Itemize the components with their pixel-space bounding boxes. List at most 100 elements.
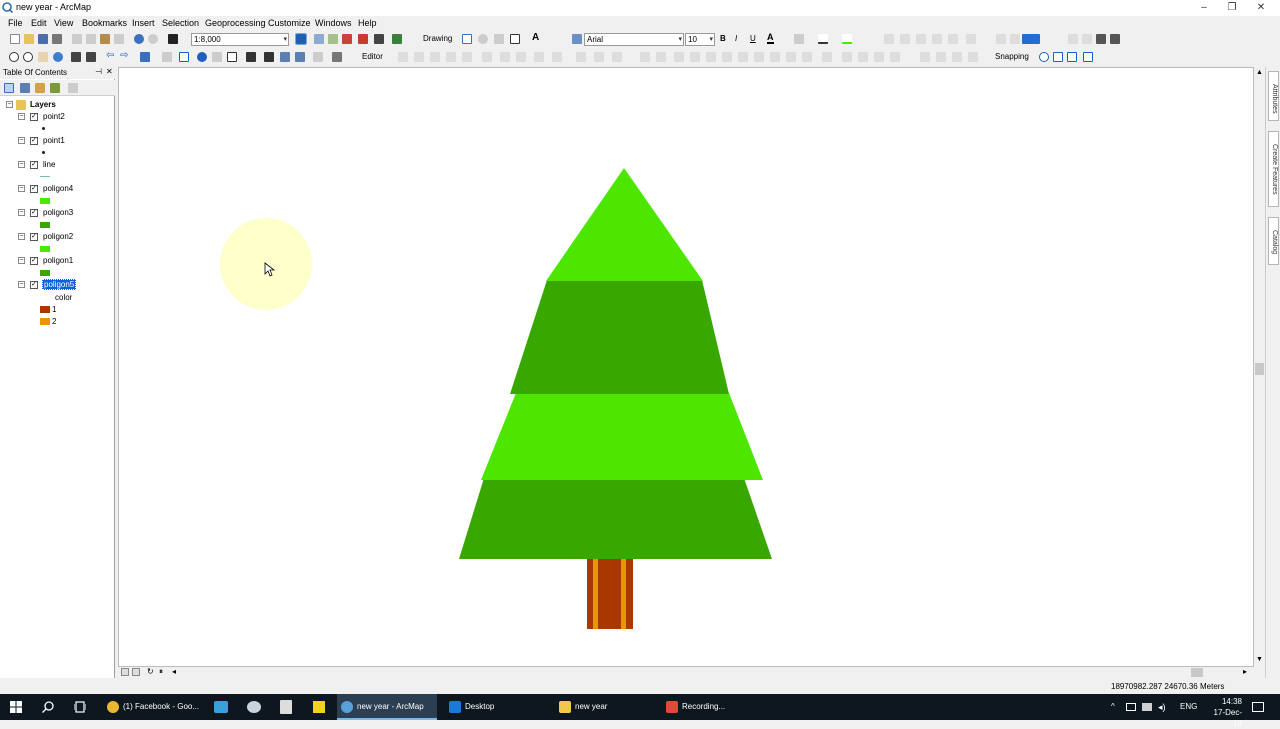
layers-root-label[interactable]: Layers [30, 100, 56, 109]
menu-bookmarks[interactable]: Bookmarks [82, 18, 127, 28]
menu-geoprocessing[interactable]: Geoprocessing [205, 18, 266, 28]
expand-poligon2-icon[interactable]: − [18, 233, 25, 240]
rotate-icon[interactable] [478, 34, 488, 44]
color-swatch-icon[interactable] [1022, 34, 1040, 44]
menu-insert[interactable]: Insert [132, 18, 155, 28]
rotate-edit-icon[interactable] [516, 52, 526, 62]
layout-view-button[interactable] [121, 668, 129, 676]
menu-selection[interactable]: Selection [162, 18, 199, 28]
vertex-snapping-icon[interactable] [1067, 52, 1077, 62]
swipe-icon[interactable] [313, 52, 323, 62]
table-of-contents-icon[interactable] [314, 34, 324, 44]
grid-icon[interactable] [858, 52, 868, 62]
ungroup-icon[interactable] [932, 34, 942, 44]
guide-icon[interactable] [890, 52, 900, 62]
scroll-right-icon[interactable]: ▸ [1243, 667, 1247, 676]
layout-tools-icon[interactable] [656, 52, 666, 62]
editor-menu[interactable]: Editor [362, 52, 383, 61]
expand-layers-icon[interactable]: − [6, 101, 13, 108]
align-icon[interactable] [884, 34, 894, 44]
fixed-zoom-in-icon[interactable] [71, 52, 81, 62]
menu-view[interactable]: View [54, 18, 73, 28]
back-extent-icon[interactable]: ⇦ [106, 50, 114, 61]
scroll-left-icon[interactable]: ◂ [172, 667, 176, 676]
make-same-size-icon[interactable] [802, 52, 812, 62]
catalog-tab[interactable]: Catalog [1268, 217, 1279, 265]
binoculars-icon[interactable] [1096, 34, 1106, 44]
taskbar-desktop[interactable]: Desktop [445, 694, 545, 720]
expand-poligon4-icon[interactable]: − [18, 185, 25, 192]
align-bottom-icon[interactable] [754, 52, 764, 62]
battery-icon[interactable] [1142, 703, 1152, 711]
attributes-icon[interactable] [534, 52, 544, 62]
list-by-selection-icon[interactable] [50, 83, 60, 93]
visibility-checkbox-poligon1[interactable]: ✓ [30, 257, 38, 265]
notifications-icon[interactable] [1252, 702, 1264, 712]
edit-annotation-icon[interactable] [414, 52, 424, 62]
add-data-icon[interactable] [168, 34, 178, 44]
topology-icon[interactable] [594, 52, 604, 62]
zoom-out-icon[interactable] [23, 52, 33, 62]
expand-poligon1-icon[interactable]: − [18, 257, 25, 264]
pinned-app-icon-1[interactable] [214, 701, 228, 713]
italic-button[interactable]: I [735, 34, 737, 43]
point-icon[interactable] [482, 52, 492, 62]
layer-poligon3-label[interactable]: poligon3 [43, 208, 73, 217]
pin-icon[interactable]: ⊣ [95, 67, 102, 76]
snapping-menu[interactable]: Snapping [995, 52, 1029, 61]
close-button[interactable]: ✕ [1246, 0, 1276, 16]
layer-poligon5-label[interactable]: poligon5 [42, 279, 77, 290]
volume-icon[interactable]: ◂) [1158, 694, 1166, 720]
visibility-checkbox-poligon5[interactable]: ✓ [30, 281, 38, 289]
taskbar-new-year-folder[interactable]: new year [555, 694, 655, 720]
show-hidden-icons-icon[interactable]: ^ [1111, 694, 1115, 720]
options-icon[interactable] [68, 83, 78, 93]
list-by-visibility-icon[interactable] [35, 83, 45, 93]
align-center-icon[interactable] [690, 52, 700, 62]
align-right-icon[interactable] [706, 52, 716, 62]
map-display[interactable] [118, 67, 1254, 667]
advanced-edit-icon[interactable] [612, 52, 622, 62]
expand-point2-icon[interactable]: − [18, 113, 25, 120]
open-icon[interactable] [24, 34, 34, 44]
bold-button[interactable]: B [720, 34, 726, 43]
page-icon[interactable] [1068, 34, 1078, 44]
sticky-notes-icon[interactable] [313, 701, 325, 713]
identify-icon[interactable] [197, 52, 207, 62]
time-slider-icon[interactable] [295, 52, 305, 62]
effects-icon[interactable] [920, 52, 930, 62]
copy-icon[interactable] [86, 34, 96, 44]
zoom-to-selected-icon[interactable] [494, 34, 504, 44]
menu-help[interactable]: Help [358, 18, 377, 28]
point-snapping-icon[interactable] [1039, 52, 1049, 62]
task-view-icon[interactable] [74, 701, 86, 713]
create-features-tab[interactable]: Create Features [1268, 131, 1279, 207]
calculator-icon[interactable] [280, 700, 292, 714]
rectangle-icon[interactable] [510, 34, 520, 44]
order-icon[interactable] [948, 34, 958, 44]
tree-tier-bottom[interactable] [459, 478, 772, 559]
print-icon[interactable] [52, 34, 62, 44]
full-extent-icon[interactable] [53, 52, 63, 62]
new-document-icon[interactable] [10, 34, 20, 44]
visibility-checkbox-point1[interactable]: ✓ [30, 137, 38, 145]
edit-tool-icon[interactable] [398, 52, 408, 62]
underline-button[interactable]: U [750, 34, 756, 43]
data-view-icon[interactable] [1010, 34, 1020, 44]
attributes-tab[interactable]: Attributes [1268, 71, 1279, 121]
layer-poligon1-label[interactable]: poligon1 [43, 256, 73, 265]
menu-windows[interactable]: Windows [315, 18, 352, 28]
expand-poligon3-icon[interactable]: − [18, 209, 25, 216]
ruler-icon[interactable] [874, 52, 884, 62]
close-icon[interactable]: ✕ [106, 67, 113, 76]
save-icon[interactable] [38, 34, 48, 44]
visibility-checkbox-poligon2[interactable]: ✓ [30, 233, 38, 241]
visibility-checkbox-line[interactable]: ✓ [30, 161, 38, 169]
select-elements-icon[interactable] [462, 34, 472, 44]
map-scale-select[interactable]: 1:8,000 ▾ [191, 33, 289, 46]
input-language[interactable]: ENG [1180, 694, 1197, 720]
pinned-app-icon-2[interactable] [247, 701, 261, 713]
visibility-checkbox-poligon4[interactable]: ✓ [30, 185, 38, 193]
fixed-zoom-out-icon[interactable] [86, 52, 96, 62]
sketch-properties-icon[interactable] [552, 52, 562, 62]
